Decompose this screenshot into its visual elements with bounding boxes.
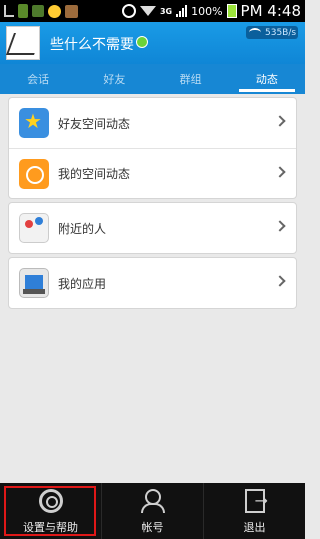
avatar[interactable] xyxy=(6,26,40,60)
wifi-icon xyxy=(139,6,156,16)
map-pin-icon xyxy=(19,213,49,243)
qq-icon xyxy=(48,4,61,18)
list-item-nearby[interactable]: 附近的人 xyxy=(9,203,296,253)
tab-friends[interactable]: 好友 xyxy=(76,64,152,94)
feeds-card: 好友空间动态 我的空间动态 xyxy=(8,97,297,199)
chevron-right-icon xyxy=(274,166,286,178)
bottom-menu: 设置与帮助 帐号 退出 xyxy=(0,483,305,539)
list-item-label: 我的空间动态 xyxy=(58,167,131,181)
bag-icon xyxy=(32,5,44,17)
usb-icon xyxy=(4,5,14,17)
app-header: 些什么不需要 535B/s xyxy=(0,22,305,64)
list-item-friend-feeds[interactable]: 好友空间动态 xyxy=(9,98,296,148)
apps-icon xyxy=(19,268,49,298)
signal-icon xyxy=(176,5,188,17)
status-bar: 3G 100% PM 4:48 xyxy=(0,0,305,22)
clock-time: PM 4:48 xyxy=(240,2,301,20)
exit-button[interactable]: 退出 xyxy=(203,483,305,539)
network-speed-badge: 535B/s xyxy=(246,26,298,39)
star-feed-icon xyxy=(19,108,49,138)
network-speed: 535B/s xyxy=(265,27,297,38)
network-type: 3G xyxy=(159,6,173,16)
account-button[interactable]: 帐号 xyxy=(101,483,203,539)
battery-percent: 100% xyxy=(191,4,223,18)
list-item-label: 附近的人 xyxy=(58,221,107,236)
tab-feeds[interactable]: 动态 xyxy=(229,64,305,94)
settings-help-button[interactable]: 设置与帮助 xyxy=(0,483,101,539)
menu-label: 设置与帮助 xyxy=(23,521,78,534)
alarm-icon xyxy=(121,4,136,18)
chevron-right-icon xyxy=(274,275,286,287)
online-status-icon[interactable] xyxy=(136,36,148,48)
menu-label: 退出 xyxy=(243,521,266,534)
nearby-card: 附近的人 xyxy=(8,202,297,254)
list-item-my-feeds[interactable]: 我的空间动态 xyxy=(9,148,296,198)
picture-icon xyxy=(65,4,78,18)
list-item-label: 好友空间动态 xyxy=(58,116,131,131)
apps-card: 我的应用 xyxy=(8,257,297,309)
chevron-right-icon xyxy=(274,220,286,232)
exit-icon xyxy=(244,489,268,513)
tab-groups[interactable]: 群组 xyxy=(153,64,229,94)
chevron-right-icon xyxy=(274,115,286,127)
gear-icon xyxy=(38,489,63,513)
my-feed-icon xyxy=(19,159,49,189)
battery-icon xyxy=(226,4,237,18)
menu-label: 帐号 xyxy=(141,521,164,534)
username[interactable]: 些什么不需要 xyxy=(50,34,134,54)
phone-icon xyxy=(18,4,28,18)
wifi-icon xyxy=(249,28,261,37)
account-icon xyxy=(140,489,165,513)
list-item-label: 我的应用 xyxy=(58,276,107,291)
list-item-apps[interactable]: 我的应用 xyxy=(9,258,296,308)
tab-bar: 会话 好友 群组 动态 xyxy=(0,64,305,94)
tab-conversations[interactable]: 会话 xyxy=(0,64,76,94)
